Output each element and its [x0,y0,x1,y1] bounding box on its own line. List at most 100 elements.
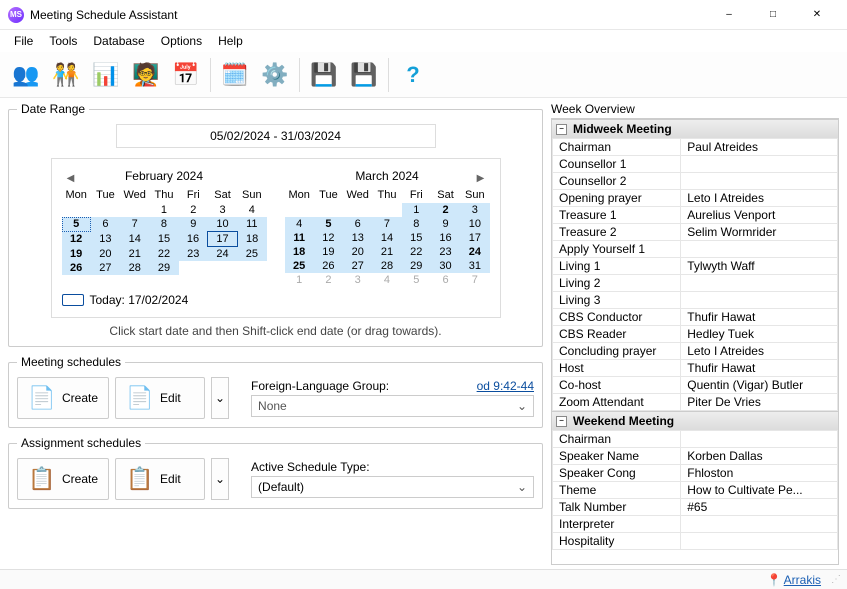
calendar-day[interactable]: 26 [314,259,343,273]
calendar-day[interactable]: 8 [402,217,431,231]
table-row[interactable]: Hospitality [553,533,838,550]
calendar-day[interactable] [120,203,149,217]
calendar-day[interactable]: 7 [460,273,489,287]
calendar-day[interactable]: 5 [314,217,343,231]
calendar-day[interactable]: 4 [237,203,266,217]
table-row[interactable]: Apply Yourself 1 [553,241,838,258]
table-row[interactable]: Concluding prayerLeto I Atreides [553,343,838,360]
calendar-day[interactable]: 11 [285,231,314,245]
calendar-day[interactable] [237,261,266,275]
calendar-day[interactable]: 5 [62,217,91,232]
today-indicator[interactable]: Today: 17/02/2024 [62,293,490,307]
calendar-day[interactable]: 14 [120,232,149,247]
calendar-day[interactable]: 12 [62,232,91,247]
calendar-day[interactable]: 7 [120,217,149,232]
calendar-day[interactable]: 25 [237,247,266,262]
table-row[interactable]: Living 2 [553,275,838,292]
calendar-day[interactable]: 3 [343,273,372,287]
calendar-day[interactable]: 8 [149,217,178,232]
calendar-day[interactable]: 7 [372,217,401,231]
settings-gear-icon[interactable]: ⚙️ [255,56,295,94]
table-row[interactable]: Co-hostQuentin (Vigar) Butler [553,377,838,394]
weekend-header[interactable]: − Weekend Meeting [552,411,838,430]
calendar-day[interactable] [62,203,91,217]
calendar-day[interactable] [208,261,237,275]
save-floppy-down-icon[interactable]: 💾 [304,56,344,94]
calendar-day[interactable]: 19 [314,245,343,259]
calendar-day[interactable]: 1 [149,203,178,217]
table-row[interactable]: Treasure 2Selim Wormrider [553,224,838,241]
calendar-prev-icon[interactable]: ◀ [62,169,80,187]
google-calendar-icon[interactable]: 🗓️ [215,56,255,94]
calendar-day[interactable]: 9 [179,217,208,232]
calendar-day[interactable]: 28 [372,259,401,273]
calendar-day[interactable]: 16 [431,231,460,245]
table-row[interactable]: Zoom AttendantPiter De Vries [553,394,838,411]
close-button[interactable]: ✕ [795,0,839,30]
table-row[interactable]: Living 1Tylwyth Waff [553,258,838,275]
calendar-day[interactable]: 25 [285,259,314,273]
report-icon[interactable]: 📊 [86,56,126,94]
calendar-day[interactable]: 6 [91,217,120,232]
calendar-day[interactable]: 10 [208,217,237,232]
calendar-day[interactable]: 24 [460,245,489,259]
calendar-day[interactable]: 18 [285,245,314,259]
midweek-header[interactable]: − Midweek Meeting [552,119,838,138]
calendar-february[interactable]: February 2024 MonTueWedThuFriSatSun12345… [62,169,267,287]
table-row[interactable]: Living 3 [553,292,838,309]
location-link[interactable]: Arrakis [784,573,821,587]
calendar-day[interactable]: 2 [431,203,460,217]
calendar-day[interactable]: 21 [120,247,149,262]
calendar-day[interactable] [343,203,372,217]
menu-tools[interactable]: Tools [41,32,85,50]
calendar-day[interactable]: 14 [372,231,401,245]
calendar-day[interactable]: 29 [402,259,431,273]
podium-icon[interactable]: 🧑‍🏫 [126,56,166,94]
calendar-day[interactable]: 21 [372,245,401,259]
table-row[interactable]: Counsellor 2 [553,173,838,190]
congregation-icon[interactable]: 👥 [6,56,46,94]
schedule-icon[interactable]: 📅 [166,56,206,94]
assignment-edit-button[interactable]: 📋 Edit [115,458,205,500]
calendar-day[interactable]: 24 [208,247,237,262]
table-row[interactable]: ChairmanPaul Atreides [553,139,838,156]
calendar-day[interactable]: 13 [91,232,120,247]
calendar-next-icon[interactable]: ▶ [472,169,490,187]
calendar-day[interactable]: 1 [402,203,431,217]
calendar-day[interactable]: 6 [343,217,372,231]
table-row[interactable]: Chairman [553,431,838,448]
calendar-day[interactable]: 3 [460,203,489,217]
calendar-day[interactable]: 17 [460,231,489,245]
meeting-create-button[interactable]: 📄 Create [17,377,109,419]
calendar-day[interactable]: 28 [120,261,149,275]
save-floppy-up-icon[interactable]: 💾 [344,56,384,94]
collapse-icon[interactable]: − [556,416,567,427]
calendar-day[interactable]: 9 [431,217,460,231]
menu-database[interactable]: Database [85,32,152,50]
table-row[interactable]: HostThufir Hawat [553,360,838,377]
active-schedule-combo[interactable]: (Default) [251,476,534,498]
calendar-day[interactable]: 22 [402,245,431,259]
calendar-day[interactable]: 27 [91,261,120,275]
resize-grip-icon[interactable]: ⋰ [831,574,839,585]
calendar-day[interactable]: 17 [208,232,237,247]
foreign-lang-combo[interactable]: None [251,395,534,417]
calendar-day[interactable]: 31 [460,259,489,273]
week-overview-box[interactable]: − Midweek Meeting ChairmanPaul Atreides C… [551,118,839,565]
calendar-day[interactable]: 30 [431,259,460,273]
table-row[interactable]: ThemeHow to Cultivate Pe... [553,482,838,499]
menu-file[interactable]: File [6,32,41,50]
calendar-day[interactable]: 2 [314,273,343,287]
calendar-day[interactable]: 4 [372,273,401,287]
calendar-day[interactable]: 20 [91,247,120,262]
table-row[interactable]: Talk Number#65 [553,499,838,516]
calendar-day[interactable]: 10 [460,217,489,231]
calendar-day[interactable]: 5 [402,273,431,287]
calendar-day[interactable]: 27 [343,259,372,273]
calendar-day[interactable]: 3 [208,203,237,217]
menu-help[interactable]: Help [210,32,251,50]
calendar-day[interactable]: 20 [343,245,372,259]
calendar-day[interactable]: 11 [237,217,266,232]
calendar-day[interactable]: 23 [179,247,208,262]
students-icon[interactable]: 🧑‍🤝‍🧑 [46,56,86,94]
